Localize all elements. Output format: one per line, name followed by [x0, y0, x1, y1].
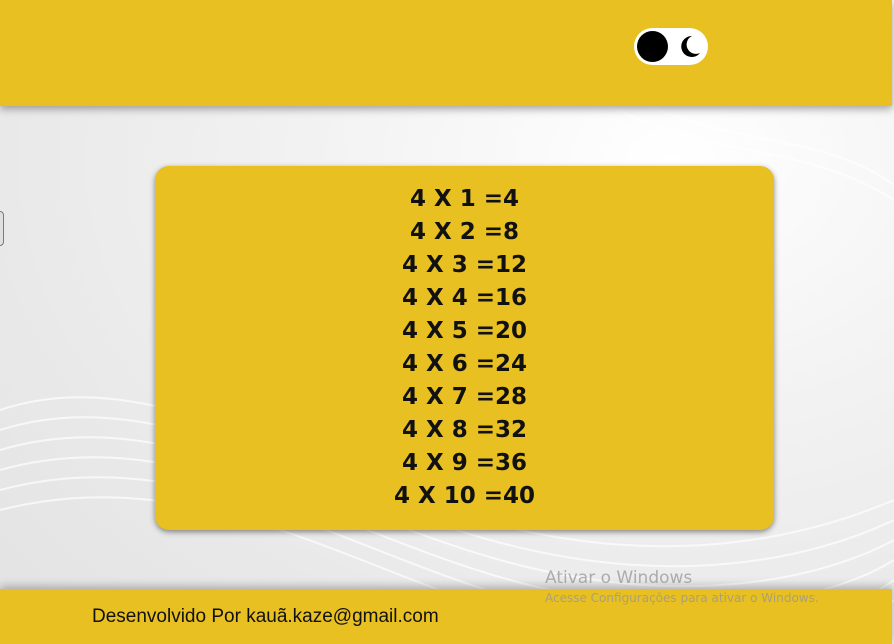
- table-row: 4 X 10 =40: [393, 483, 536, 509]
- table-row: 4 X 2 =8: [409, 219, 520, 245]
- theme-toggle[interactable]: [634, 28, 708, 65]
- table-row: 4 X 1 =4: [409, 186, 520, 212]
- footer-credit: Desenvolvido Por kauã.kaze@gmail.com: [92, 606, 439, 627]
- table-row: 4 X 7 =28: [401, 384, 528, 410]
- table-row: 4 X 5 =20: [401, 318, 528, 344]
- table-row: 4 X 9 =36: [401, 450, 528, 476]
- table-row: 4 X 8 =32: [401, 417, 528, 443]
- table-row: 4 X 3 =12: [401, 252, 528, 278]
- watermark-title: Ativar o Windows: [545, 568, 693, 588]
- side-tab[interactable]: [0, 211, 4, 246]
- table-row: 4 X 4 =16: [401, 285, 528, 311]
- multiplication-table-card: 4 X 1 =4 4 X 2 =8 4 X 3 =12 4 X 4 =16 4 …: [155, 166, 774, 530]
- header: [0, 0, 892, 106]
- moon-icon: [681, 35, 700, 57]
- table-row: 4 X 6 =24: [401, 351, 528, 377]
- footer: Desenvolvido Por kauã.kaze@gmail.com: [0, 589, 892, 644]
- toggle-knob: [637, 31, 668, 62]
